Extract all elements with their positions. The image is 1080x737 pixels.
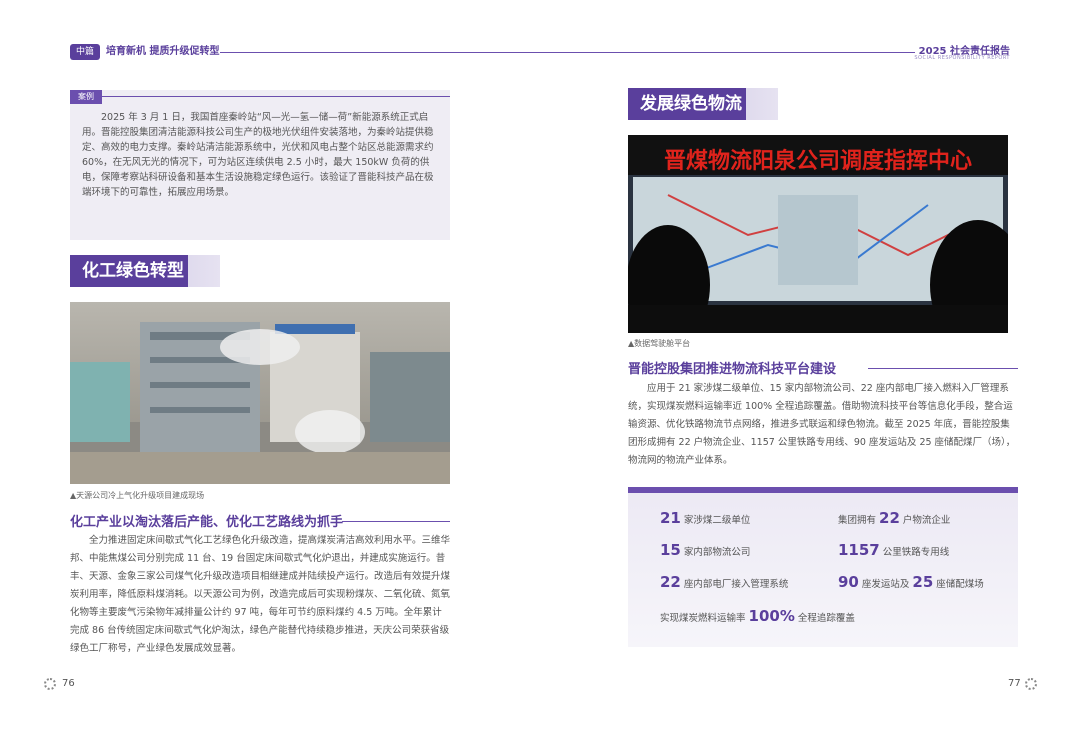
stat-item: 1157 公里铁路专用线 <box>838 541 950 559</box>
case-box: 案例 2025 年 3 月 1 日，我国首座秦岭站“风—光—氢—储—荷”新能源系… <box>70 90 450 240</box>
page-header: 中篇 培育新机 提质升级促转型 2025 社会责任报告 SOCIAL RESPO… <box>70 40 1010 66</box>
page-ornament-icon <box>1025 678 1037 690</box>
page-number-left: 76 <box>62 678 75 689</box>
stat-item: 集团拥有 22 户物流企业 <box>838 509 951 527</box>
chapter-tag: 中篇 <box>70 44 100 60</box>
case-divider <box>102 96 450 97</box>
section-heading-chemical: 化工绿色转型 <box>70 255 220 287</box>
chemical-plant-photo <box>70 302 450 484</box>
subsection-divider-left <box>342 521 450 522</box>
paragraph-left: 全力推进固定床间歇式气化工艺绿色化升级改造，提高煤炭清洁高效利用水平。三维华邦、… <box>70 535 451 654</box>
stat-item: 22 座内部电厂接入管理系统 <box>660 573 789 591</box>
stat-item: 15 家内部物流公司 <box>660 541 751 559</box>
section-title: 化工绿色转型 <box>70 255 188 287</box>
report-subtitle: SOCIAL RESPONSIBILITY REPORT <box>914 55 1010 61</box>
page-number-right: 77 <box>1008 678 1021 689</box>
photo-caption-left: ▲天源公司冷上气化升级项目建成现场 <box>70 491 205 500</box>
header-divider <box>220 52 915 53</box>
stat-item: 21 家涉煤二级单位 <box>660 509 751 527</box>
subsection-divider-right <box>868 368 1018 369</box>
subsection-title-right: 晋能控股集团推进物流科技平台建设 <box>628 362 837 377</box>
case-tag: 案例 <box>70 90 102 104</box>
stats-box: 21 家涉煤二级单位 集团拥有 22 户物流企业 15 家内部物流公司 1157 公里铁路… <box>628 487 1018 647</box>
stat-item: 90 座发运站及 25 座储配煤场 <box>838 573 984 591</box>
chapter-title: 培育新机 提质升级促转型 <box>106 46 220 57</box>
stats-top-bar <box>628 487 1018 493</box>
section-title: 发展绿色物流 <box>628 88 746 120</box>
photo-caption-right: ▲数据驾驶舱平台 <box>628 339 691 348</box>
subsection-title-left: 化工产业以淘汰落后产能、优化工艺路线为抓手 <box>70 515 344 530</box>
page-ornament-icon <box>44 678 56 690</box>
case-text: 2025 年 3 月 1 日，我国首座秦岭站“风—光—氢—储—荷”新能源系统正式… <box>82 112 434 198</box>
dispatch-center-photo: 晋煤物流阳泉公司调度指挥中心 <box>628 135 1008 333</box>
section-heading-logistics: 发展绿色物流 <box>628 88 778 120</box>
paragraph-right: 应用于 21 家涉煤二级单位、15 家内部物流公司、22 座内部电厂接入燃料入厂… <box>628 383 1016 466</box>
stat-item: 实现煤炭燃料运输率 100% 全程追踪覆盖 <box>660 607 855 625</box>
